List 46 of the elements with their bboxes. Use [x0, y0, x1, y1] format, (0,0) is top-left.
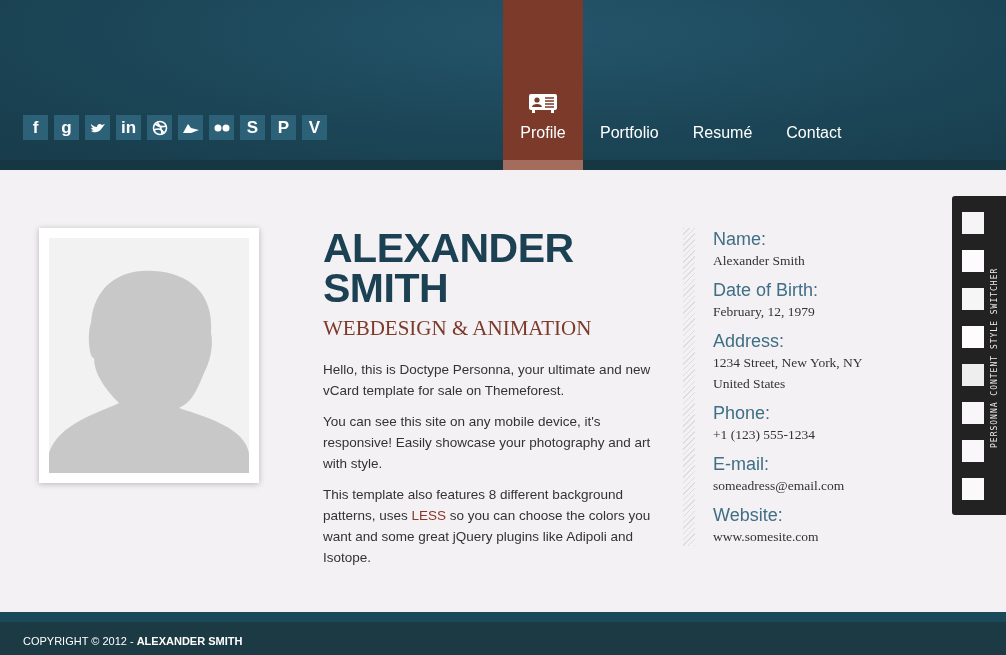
social-link[interactable]	[178, 115, 203, 140]
social-link[interactable]: V	[302, 115, 327, 140]
nav-tab[interactable]: Profile	[503, 0, 583, 160]
detail-value: United States	[713, 375, 787, 393]
social-link[interactable]: in	[116, 115, 141, 140]
switcher-title: PERSONNA CONTENT STYLE SWITCHER	[990, 266, 1000, 448]
id-card-icon	[529, 94, 557, 114]
detail-value: www.somesite.com	[713, 528, 820, 546]
bird-icon	[89, 121, 106, 134]
detail-label: Website:	[713, 504, 784, 526]
detail-value: February, 12, 1979	[713, 303, 816, 321]
detail-value: someadress@email.com	[713, 477, 846, 495]
social-link[interactable]: g	[54, 115, 79, 140]
pattern-swatch[interactable]	[962, 478, 984, 500]
pattern-swatch[interactable]	[962, 364, 984, 386]
detail-value: 1234 Street, New York, NY	[713, 354, 863, 372]
paragraph: This template also features 8 different background patterns, uses LESS so you can choose the colors you want and some great jQuery plugins like Adipoli and Isotope.	[323, 486, 652, 567]
pattern-swatch[interactable]	[962, 402, 984, 424]
detail-label: Phone:	[713, 402, 772, 424]
paragraph: You can see this site on any mobile device, it's responsive! Easily showcase your photography and art with style.	[323, 413, 652, 473]
nav-tab[interactable]: Portfolio	[583, 0, 676, 160]
nav-tab[interactable]: Resumé	[675, 0, 770, 160]
copyright-text: COPYRIGHT © 2012 - ALEXANDER SMITH	[23, 634, 244, 648]
detail-label: Date of Birth:	[713, 279, 820, 301]
social-link[interactable]: S	[240, 115, 265, 140]
detail-label: Name:	[713, 228, 767, 250]
dots-icon	[213, 123, 230, 132]
pattern-swatch[interactable]	[962, 250, 984, 272]
detail-value: +1 (123) 555-1234	[713, 426, 817, 444]
social-link[interactable]	[209, 115, 234, 140]
social-link[interactable]: f	[23, 115, 48, 140]
pattern-swatch[interactable]	[962, 212, 984, 234]
pattern-swatch[interactable]	[962, 440, 984, 462]
detail-label: E-mail:	[713, 453, 770, 475]
social-link[interactable]	[85, 115, 110, 140]
subtitle: WEBDESIGN & ANIMATION	[323, 316, 593, 341]
ball-icon	[151, 119, 168, 136]
paragraph: Hello, this is Doctype Personna, your ultimate and new vCard template for sale on Themeforest.	[323, 361, 652, 400]
social-link[interactable]: P	[271, 115, 296, 140]
detail-label: Address:	[713, 330, 786, 352]
social-link[interactable]	[147, 115, 172, 140]
detail-value: Alexander Smith	[713, 252, 806, 270]
pattern-swatch[interactable]	[962, 288, 984, 310]
nav-tab[interactable]: Contact	[769, 0, 859, 160]
name-heading: ALEXANDER SMITH	[323, 228, 575, 308]
pattern-swatch[interactable]	[962, 326, 984, 348]
